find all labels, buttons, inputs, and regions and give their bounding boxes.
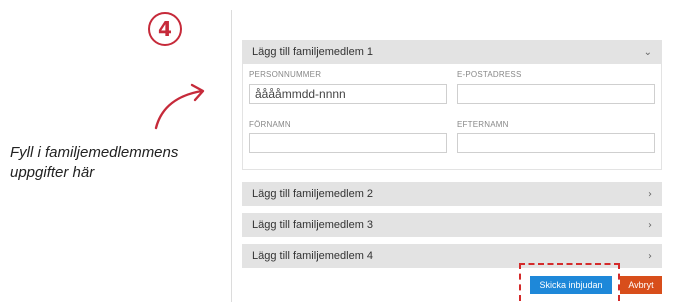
- personnummer-input[interactable]: ååååmmdd-nnnn: [249, 84, 447, 104]
- curved-arrow-icon: [154, 83, 205, 130]
- member-1-form: PERSONNUMMER ååååmmdd-nnnn E-POSTADRESS …: [242, 64, 662, 170]
- instruction-annotation: Fyll i familjemedlemmens uppgifter här: [10, 144, 179, 181]
- firstname-input[interactable]: [249, 133, 447, 153]
- accordion-label: Lägg till familjemedlem 1: [252, 46, 374, 58]
- send-invitation-button[interactable]: Skicka inbjudan: [530, 276, 612, 294]
- panel-divider: [231, 10, 232, 302]
- accordion-header-member-2[interactable]: Lägg till familjemedlem 2 ›: [242, 182, 662, 206]
- accordion-header-member-1[interactable]: Lägg till familjemedlem 1 ⌄: [242, 40, 662, 64]
- accordion-label: Lägg till familjemedlem 4: [252, 250, 374, 262]
- personnummer-label: PERSONNUMMER: [249, 70, 322, 79]
- accordion-label: Lägg till familjemedlem 2: [252, 188, 374, 200]
- chevron-right-icon: ›: [648, 188, 652, 200]
- email-label: E-POSTADRESS: [457, 70, 522, 79]
- firstname-label: FÖRNAMN: [249, 120, 291, 129]
- chevron-down-icon: ⌄: [643, 46, 652, 58]
- accordion-header-member-3[interactable]: Lägg till familjemedlem 3 ›: [242, 213, 662, 237]
- step-number-badge: 4: [148, 12, 182, 46]
- lastname-label: EFTERNAMN: [457, 120, 509, 129]
- cancel-button[interactable]: Avbryt: [620, 276, 662, 294]
- lastname-input[interactable]: [457, 133, 655, 153]
- chevron-right-icon: ›: [648, 250, 652, 262]
- step-number: 4: [158, 17, 172, 41]
- email-input[interactable]: [457, 84, 655, 104]
- chevron-right-icon: ›: [648, 219, 652, 231]
- accordion-label: Lägg till familjemedlem 3: [252, 219, 374, 231]
